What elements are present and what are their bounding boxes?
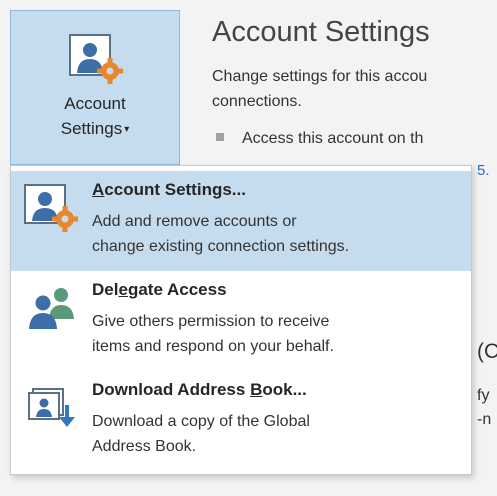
chevron-down-icon: ▾ bbox=[124, 124, 130, 135]
menu-item-title: Delegate Access bbox=[92, 280, 227, 299]
account-settings-icon bbox=[69, 34, 123, 84]
account-settings-icon bbox=[24, 184, 78, 232]
background-text-fragment: fy -n bbox=[477, 387, 492, 428]
menu-item-delegate-access[interactable]: Delegate Access Give others permission t… bbox=[11, 271, 471, 371]
bullet-item: Access this account on th bbox=[216, 130, 423, 148]
page-title: Account Settings bbox=[212, 16, 430, 48]
delegate-access-icon bbox=[29, 288, 74, 329]
menu-item-description: Download a copy of the Global Address Bo… bbox=[92, 413, 310, 455]
menu-item-description: Give others permission to receive items … bbox=[92, 313, 334, 355]
bullet-icon bbox=[216, 133, 224, 141]
account-settings-menu: Account Settings... Add and remove accou… bbox=[10, 165, 472, 475]
menu-item-title: Download Address Book... bbox=[92, 380, 307, 399]
menu-item-account-settings[interactable]: Account Settings... Add and remove accou… bbox=[11, 171, 471, 271]
download-address-book-icon bbox=[28, 388, 75, 427]
background-text-fragment: (C bbox=[477, 340, 497, 363]
menu-item-description: Add and remove accounts or change existi… bbox=[92, 213, 350, 255]
page-description: Change settings for this accou connectio… bbox=[212, 68, 428, 110]
menu-item-title: Account Settings... bbox=[92, 180, 246, 199]
menu-item-download-address-book[interactable]: Download Address Book... Download a copy… bbox=[11, 371, 471, 471]
ribbon-button-label: Account Settings ▾ bbox=[60, 94, 130, 138]
link-fragment[interactable]: 5. bbox=[477, 162, 490, 179]
account-settings-ribbon-button[interactable]: Account Settings ▾ bbox=[10, 10, 180, 165]
